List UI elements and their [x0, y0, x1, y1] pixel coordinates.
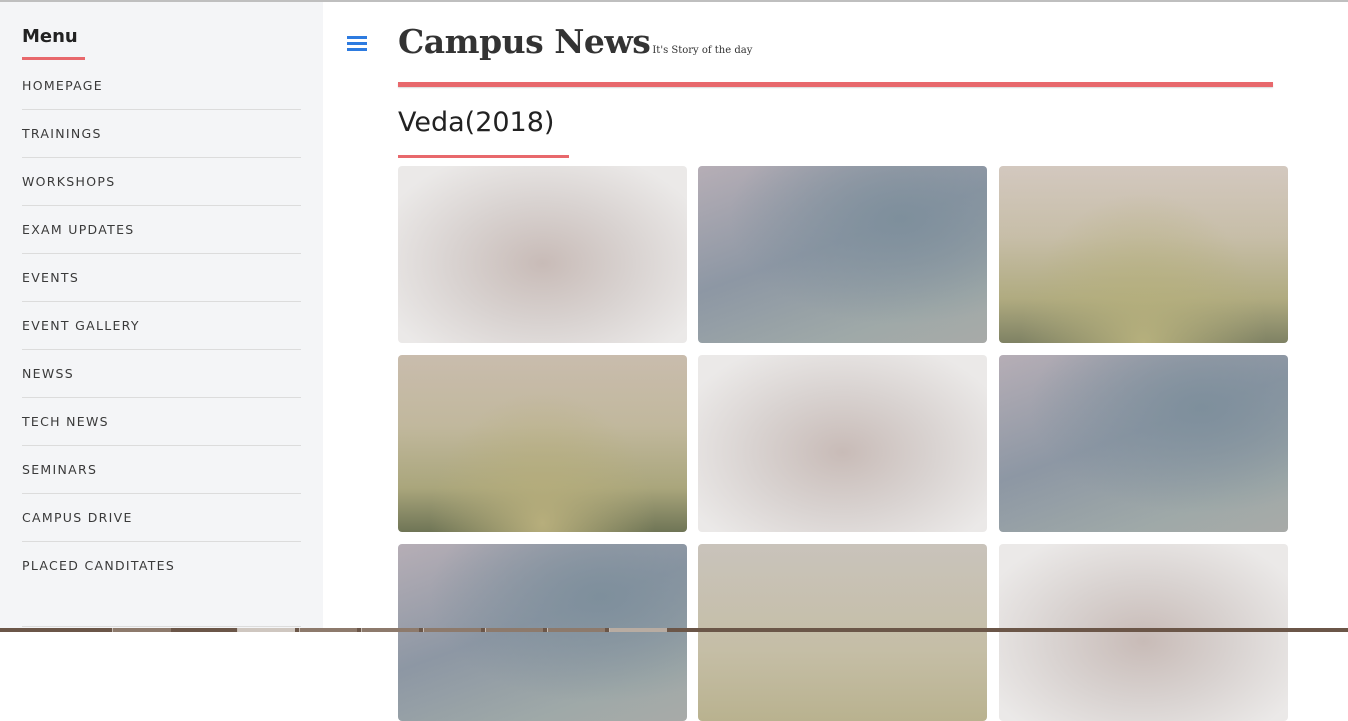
sidebar-title: Menu [22, 26, 78, 47]
gallery-image[interactable] [698, 544, 987, 721]
taskbar [0, 628, 1348, 632]
sidebar-item-exam-updates[interactable]: EXAM UPDATES [22, 206, 301, 254]
header-divider [398, 82, 1273, 87]
site-header: Campus News It's Story of the day [398, 22, 752, 61]
gallery-image[interactable] [698, 166, 987, 343]
section-title: Veda(2018) [398, 107, 555, 138]
section-title-underline [398, 155, 569, 158]
taskbar-button[interactable] [237, 628, 295, 632]
taskbar-button[interactable] [423, 628, 481, 632]
sidebar-item-workshops[interactable]: WORKSHOPS [22, 158, 301, 206]
taskbar-button[interactable] [609, 628, 667, 632]
hamburger-icon[interactable] [347, 36, 367, 52]
gallery-image[interactable] [999, 355, 1288, 532]
gallery-image[interactable] [698, 355, 987, 532]
gallery-image[interactable] [398, 166, 687, 343]
sidebar-item-homepage[interactable]: HOMEPAGE [22, 62, 301, 110]
sidebar-item-events[interactable]: EVENTS [22, 254, 301, 302]
sidebar-item-placed-canditates[interactable]: PLACED CANDITATES [22, 542, 301, 589]
taskbar-button[interactable] [361, 628, 419, 632]
sidebar-item-campus-drive[interactable]: CAMPUS DRIVE [22, 494, 301, 542]
gallery-image[interactable] [398, 355, 687, 532]
site-tagline: It's Story of the day [652, 45, 753, 56]
sidebar-item-trainings[interactable]: TRAININGS [22, 110, 301, 158]
sidebar-bottom-divider [22, 626, 301, 627]
sidebar-item-seminars[interactable]: SEMINARS [22, 446, 301, 494]
gallery-image[interactable] [398, 544, 687, 721]
sidebar-item-newss[interactable]: NEWSS [22, 350, 301, 398]
sidebar-item-event-gallery[interactable]: EVENT GALLERY [22, 302, 301, 350]
site-title[interactable]: Campus News [398, 22, 651, 61]
taskbar-button[interactable] [112, 628, 171, 632]
sidebar-menu: HOMEPAGE TRAININGS WORKSHOPS EXAM UPDATE… [22, 62, 301, 589]
taskbar-button[interactable] [547, 628, 605, 632]
sidebar-item-tech-news[interactable]: TECH NEWS [22, 398, 301, 446]
gallery-image[interactable] [999, 544, 1288, 721]
sidebar-title-underline [22, 57, 85, 60]
taskbar-button[interactable] [299, 628, 357, 632]
sidebar: Menu HOMEPAGE TRAININGS WORKSHOPS EXAM U… [0, 2, 323, 632]
gallery-image[interactable] [999, 166, 1288, 343]
taskbar-button[interactable] [485, 628, 543, 632]
